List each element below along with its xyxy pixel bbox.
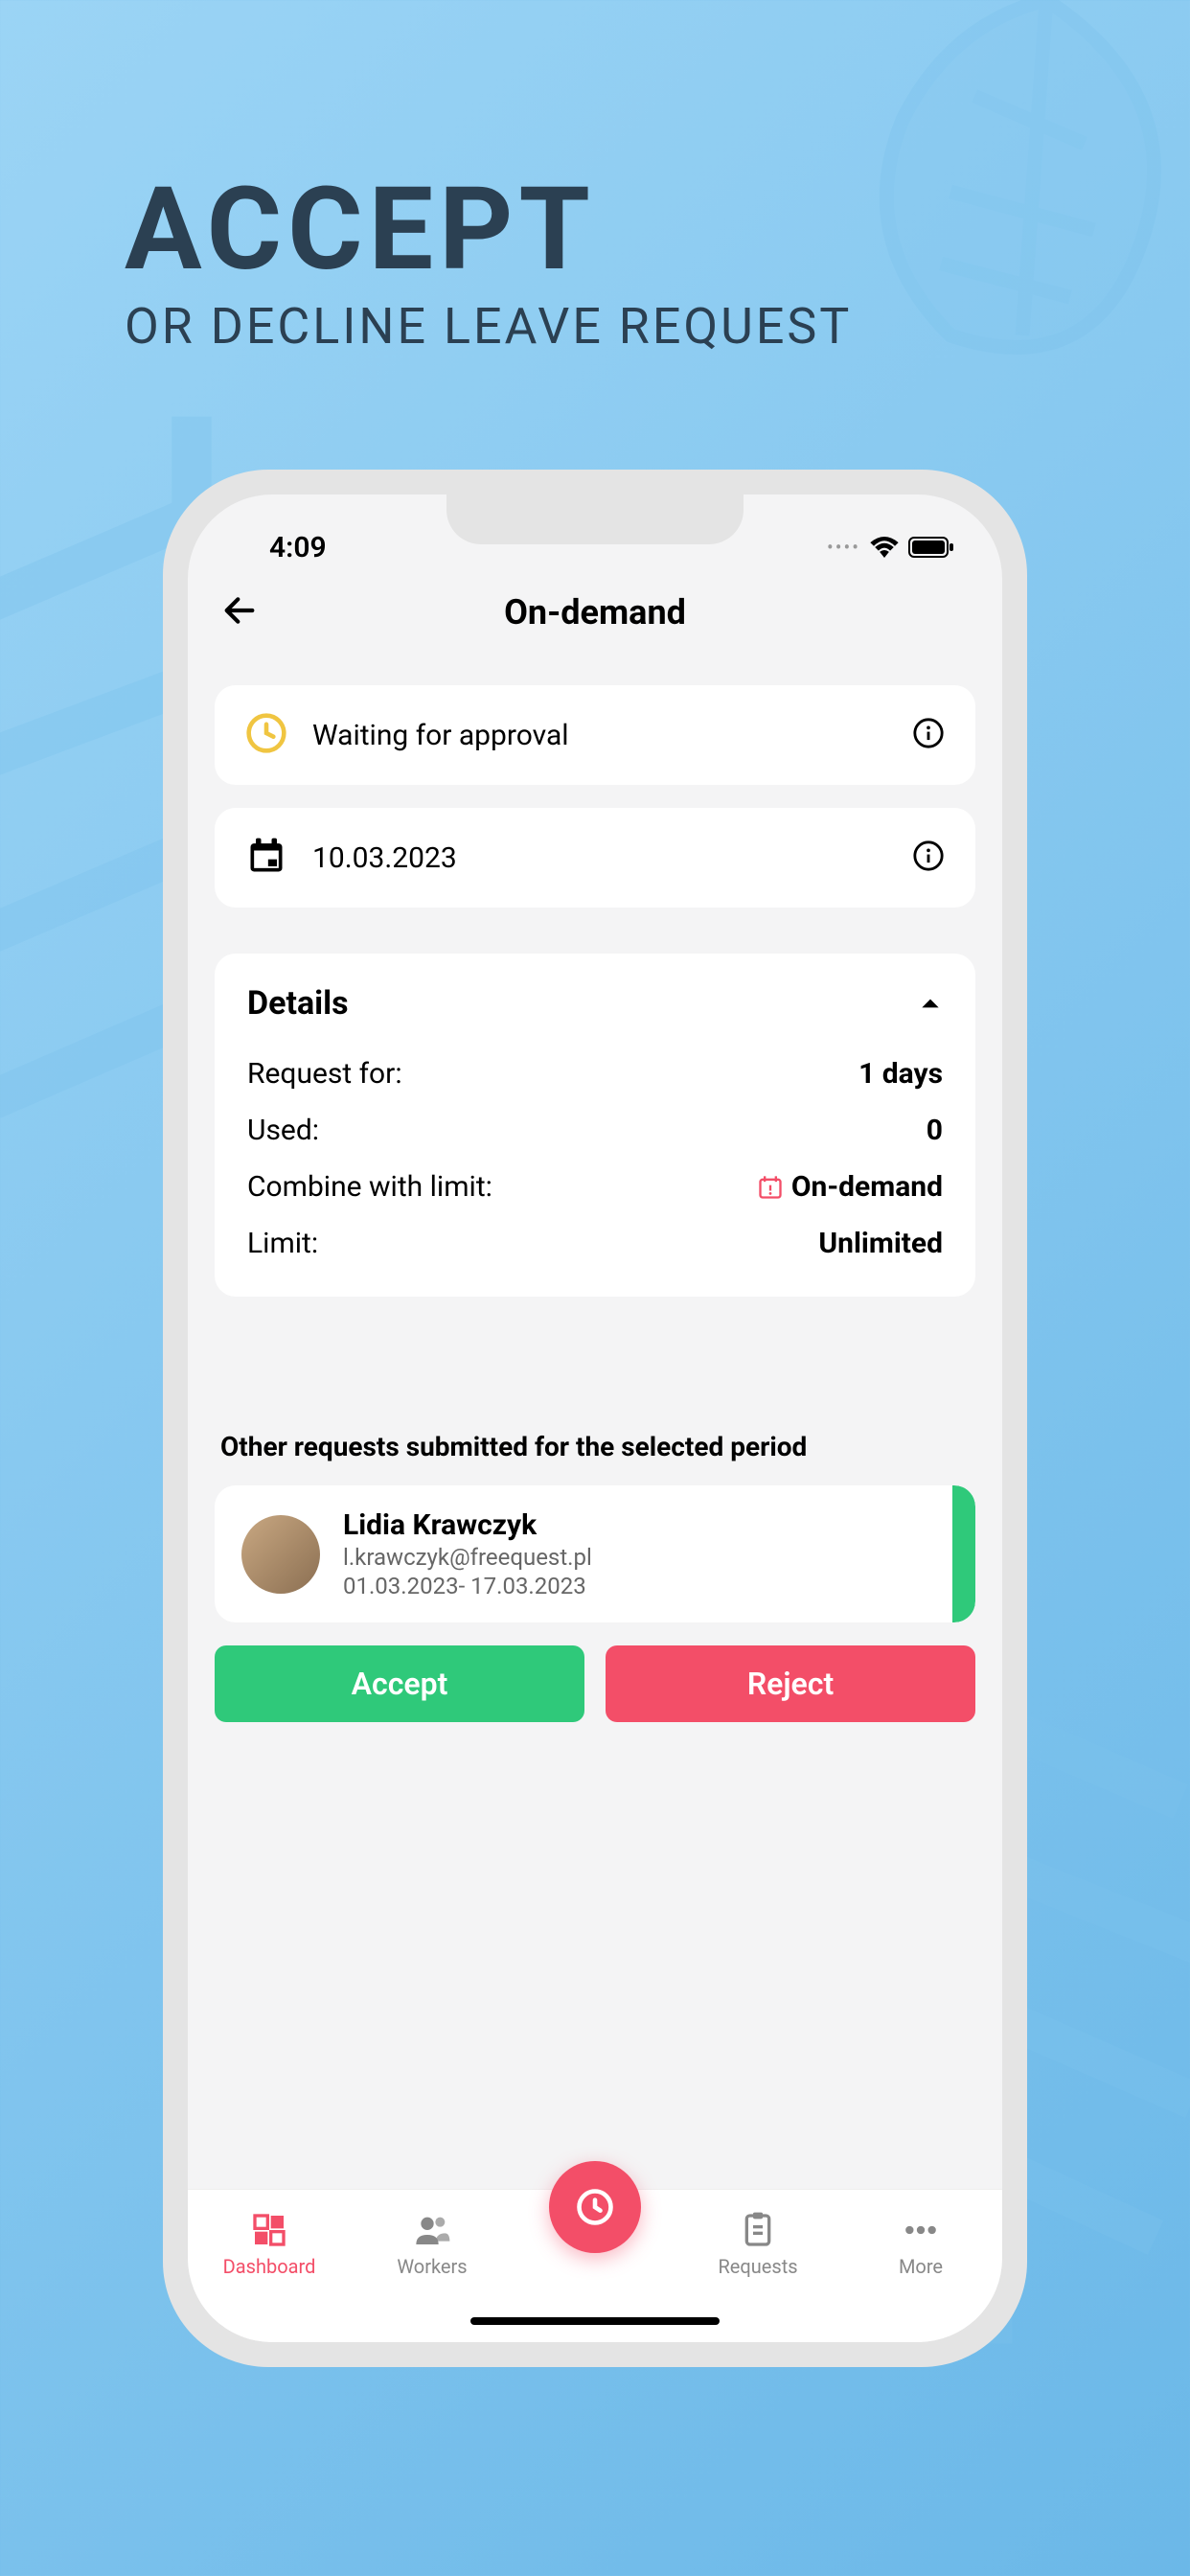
clock-icon bbox=[574, 2186, 616, 2228]
detail-label: Limit: bbox=[247, 1227, 318, 1260]
more-icon bbox=[902, 2211, 940, 2249]
info-icon bbox=[912, 840, 945, 872]
nav-label: Workers bbox=[397, 2255, 467, 2278]
app-header: On-demand bbox=[188, 581, 1002, 656]
clock-icon bbox=[245, 712, 287, 758]
detail-value: Unlimited bbox=[818, 1227, 943, 1260]
detail-value: On-demand bbox=[757, 1170, 943, 1204]
cellular-icon: •••• bbox=[827, 536, 860, 559]
chevron-up-icon bbox=[918, 991, 943, 1016]
status-icons: •••• bbox=[827, 536, 954, 559]
detail-value: 1 days bbox=[858, 1057, 943, 1091]
detail-label: Used: bbox=[247, 1114, 319, 1147]
phone-frame: 4:09 •••• On-demand Waiting for approval bbox=[163, 470, 1027, 2367]
banner-title: ACCEPT bbox=[125, 172, 1065, 288]
person-card[interactable]: Lidia Krawczyk l.krawczyk@freequest.pl 0… bbox=[215, 1485, 975, 1622]
reject-button[interactable]: Reject bbox=[606, 1645, 975, 1722]
info-icon bbox=[912, 717, 945, 749]
person-email: l.krawczyk@freequest.pl bbox=[343, 1544, 592, 1571]
detail-label: Request for: bbox=[247, 1057, 402, 1091]
banner-subtitle: OR DECLINE LEAVE REQUEST bbox=[125, 297, 1065, 356]
home-indicator bbox=[470, 2317, 720, 2325]
phone-notch bbox=[446, 494, 744, 544]
details-card: Details Request for: 1 days Used: 0 Comb… bbox=[215, 954, 975, 1297]
detail-value-text: On-demand bbox=[791, 1170, 943, 1204]
details-title: Details bbox=[247, 984, 349, 1023]
arrow-left-icon bbox=[220, 591, 259, 630]
phone-screen: 4:09 •••• On-demand Waiting for approval bbox=[188, 494, 1002, 2342]
info-button[interactable] bbox=[912, 840, 945, 876]
detail-label: Combine with limit: bbox=[247, 1170, 492, 1204]
card-accent bbox=[952, 1485, 975, 1622]
nav-workers[interactable]: Workers bbox=[351, 2211, 514, 2278]
avatar bbox=[241, 1515, 320, 1594]
date-text: 10.03.2023 bbox=[312, 841, 887, 875]
page-title: On-demand bbox=[220, 592, 970, 632]
person-dates: 01.03.2023- 17.03.2023 bbox=[343, 1573, 592, 1599]
status-card: Waiting for approval bbox=[215, 685, 975, 785]
status-text: Waiting for approval bbox=[312, 719, 887, 752]
nav-label: More bbox=[899, 2255, 943, 2278]
wifi-icon bbox=[870, 537, 899, 558]
action-row: Accept Reject bbox=[215, 1645, 975, 1722]
dashboard-icon bbox=[250, 2211, 288, 2249]
fab-button[interactable] bbox=[549, 2161, 641, 2253]
person-name: Lidia Krawczyk bbox=[343, 1508, 592, 1542]
detail-row: Combine with limit: On-demand bbox=[247, 1170, 943, 1204]
date-card: 10.03.2023 bbox=[215, 808, 975, 908]
workers-icon bbox=[413, 2211, 451, 2249]
detail-value: 0 bbox=[927, 1114, 943, 1147]
calendar-icon bbox=[245, 835, 287, 881]
nav-label: Requests bbox=[718, 2255, 797, 2278]
nav-more[interactable]: More bbox=[839, 2211, 1002, 2278]
calendar-alert-icon bbox=[757, 1174, 784, 1201]
detail-row: Request for: 1 days bbox=[247, 1057, 943, 1091]
nav-requests[interactable]: Requests bbox=[676, 2211, 839, 2278]
person-info: Lidia Krawczyk l.krawczyk@freequest.pl 0… bbox=[343, 1508, 592, 1599]
requests-icon bbox=[739, 2211, 777, 2249]
nav-dashboard[interactable]: Dashboard bbox=[188, 2211, 351, 2278]
detail-row: Used: 0 bbox=[247, 1114, 943, 1147]
detail-row: Limit: Unlimited bbox=[247, 1227, 943, 1260]
nav-label: Dashboard bbox=[223, 2255, 316, 2278]
details-header[interactable]: Details bbox=[247, 984, 943, 1023]
promo-banner: ACCEPT OR DECLINE LEAVE REQUEST bbox=[125, 172, 1065, 356]
accept-button[interactable]: Accept bbox=[215, 1645, 584, 1722]
info-button[interactable] bbox=[912, 717, 945, 753]
other-requests-heading: Other requests submitted for the selecte… bbox=[220, 1431, 970, 1462]
battery-icon bbox=[908, 537, 954, 558]
status-time: 4:09 bbox=[269, 531, 327, 564]
back-button[interactable] bbox=[220, 591, 259, 633]
